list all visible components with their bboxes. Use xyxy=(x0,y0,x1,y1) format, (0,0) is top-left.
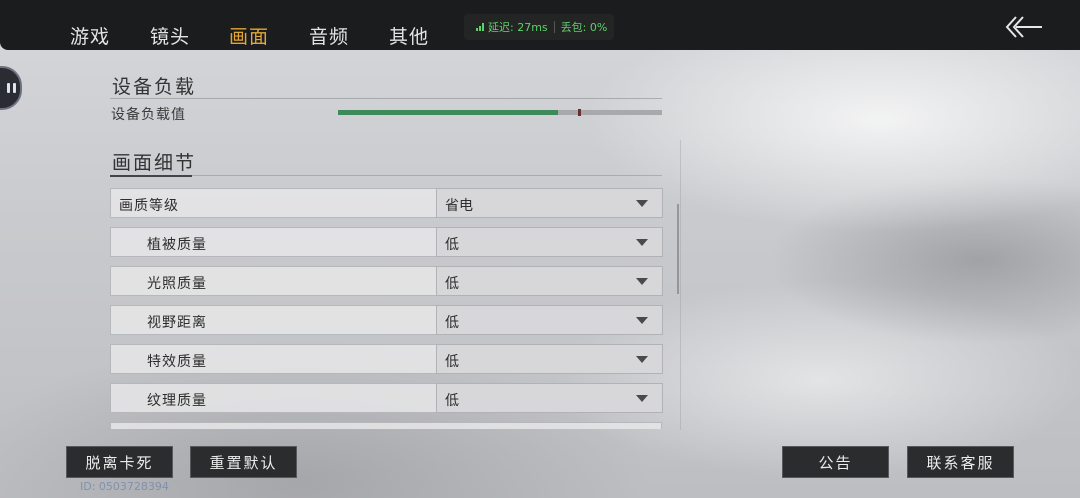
top-bar: 游戏 镜头 画面 音频 其他 延迟: 27ms 丢包: 0% xyxy=(0,0,1080,50)
contact-support-button[interactable]: 联系客服 xyxy=(907,446,1014,478)
pause-icon xyxy=(6,83,16,93)
texture-quality-dropdown[interactable]: 低 xyxy=(436,383,663,413)
announcement-button[interactable]: 公告 xyxy=(782,446,889,478)
reset-default-button[interactable]: 重置默认 xyxy=(190,446,297,478)
setting-label: 光照质量 xyxy=(147,276,207,292)
signal-icon xyxy=(476,23,484,31)
view-distance-dropdown[interactable]: 低 xyxy=(436,305,663,335)
setting-row-partial[interactable] xyxy=(110,422,662,429)
back-arrow-icon[interactable] xyxy=(1004,14,1044,40)
dropdown-value: 低 xyxy=(445,276,459,292)
dropdown-value: 省电 xyxy=(445,198,473,214)
dropdown-arrow-icon xyxy=(636,239,648,246)
quality-level-dropdown[interactable]: 省电 xyxy=(436,188,663,218)
lighting-quality-dropdown[interactable]: 低 xyxy=(436,266,663,296)
dropdown-value: 低 xyxy=(445,315,459,331)
device-load-title: 设备负载 xyxy=(112,76,197,98)
setting-label: 植被质量 xyxy=(147,237,207,253)
dropdown-arrow-icon xyxy=(636,317,648,324)
effects-quality-dropdown[interactable]: 低 xyxy=(436,344,663,374)
vegetation-quality-dropdown[interactable]: 低 xyxy=(436,227,663,257)
dropdown-value: 低 xyxy=(445,393,459,409)
divider xyxy=(553,21,555,33)
tab-other[interactable]: 其他 xyxy=(389,22,429,49)
setting-label: 视野距离 xyxy=(147,315,207,331)
setting-label: 特效质量 xyxy=(147,354,207,370)
network-status: 延迟: 27ms 丢包: 0% xyxy=(464,14,614,40)
setting-label: 纹理质量 xyxy=(147,393,207,409)
tab-graphics[interactable]: 画面 xyxy=(229,22,269,49)
setting-vegetation-quality[interactable]: 植被质量 低 xyxy=(110,227,663,257)
device-load-marker xyxy=(578,109,581,116)
scrollbar[interactable] xyxy=(677,204,679,294)
setting-label: 画质等级 xyxy=(119,198,179,214)
setting-texture-quality[interactable]: 纹理质量 低 xyxy=(110,383,663,413)
latency-text: 延迟: 27ms xyxy=(488,21,548,34)
dropdown-value: 低 xyxy=(445,354,459,370)
graphics-detail-title: 画面细节 xyxy=(112,152,197,174)
setting-lighting-quality[interactable]: 光照质量 低 xyxy=(110,266,663,296)
dropdown-arrow-icon xyxy=(636,395,648,402)
dropdown-arrow-icon xyxy=(636,200,648,207)
device-load-fill xyxy=(338,110,558,115)
section-underline xyxy=(110,175,192,177)
divider xyxy=(192,175,662,176)
tab-audio[interactable]: 音频 xyxy=(309,22,349,49)
dropdown-arrow-icon xyxy=(636,356,648,363)
divider xyxy=(110,98,662,99)
setting-view-distance[interactable]: 视野距离 低 xyxy=(110,305,663,335)
packet-loss-text: 丢包: 0% xyxy=(560,21,608,34)
divider xyxy=(680,140,681,430)
dropdown-value: 低 xyxy=(445,237,459,253)
setting-effects-quality[interactable]: 特效质量 低 xyxy=(110,344,663,374)
unstuck-button[interactable]: 脱离卡死 xyxy=(66,446,173,478)
dropdown-arrow-icon xyxy=(636,278,648,285)
user-id: ID: 0503728394 xyxy=(80,480,169,493)
tab-game[interactable]: 游戏 xyxy=(70,22,110,49)
graphics-settings-list[interactable]: 画质等级 省电 植被质量 低 光照质量 低 视野距离 低 特效质量 低 纹理质量… xyxy=(108,186,664,429)
tab-camera[interactable]: 镜头 xyxy=(150,22,190,49)
device-load-label: 设备负载值 xyxy=(111,107,186,123)
device-load-bar xyxy=(338,109,662,116)
setting-quality-level[interactable]: 画质等级 省电 xyxy=(110,188,663,218)
